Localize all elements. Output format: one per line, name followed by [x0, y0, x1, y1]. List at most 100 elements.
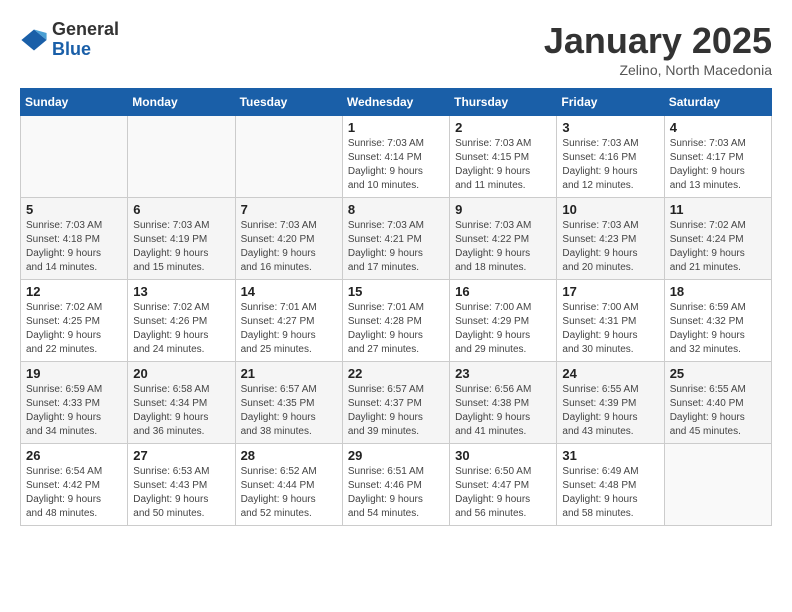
- calendar-day-cell: 29 Sunrise: 6:51 AM Sunset: 4:46 PM Dayli…: [342, 444, 449, 526]
- day-number: 10: [562, 202, 658, 217]
- calendar-week-row: 1Sunrise: 7:03 AM Sunset: 4:14 PM Daylig…: [21, 116, 772, 198]
- month-title: January 2025: [544, 20, 772, 62]
- day-number: 14: [241, 284, 337, 299]
- day-info: Sunrise: 7:03 AM Sunset: 4:21 PM Dayligh…: [348, 219, 444, 275]
- calendar-day-cell: 13 Sunrise: 7:02 AM Sunset: 4:26 PM Dayli…: [128, 280, 235, 362]
- day-number: 30: [455, 448, 551, 463]
- day-info: Sunrise: 6:56 AM Sunset: 4:38 PM Dayligh…: [455, 383, 551, 439]
- calendar-day-cell: 30Sunrise: 6:50 AM Sunset: 4:47 PM Dayli…: [450, 444, 557, 526]
- day-info: Sunrise: 7:03 AM Sunset: 4:18 PM Dayligh…: [26, 219, 122, 275]
- day-info: Sunrise: 6:49 AM Sunset: 4:48 PM Dayligh…: [562, 465, 658, 521]
- weekday-header-thursday: Thursday: [450, 89, 557, 116]
- day-info: Sunrise: 7:01 AM Sunset: 4:28 PM Dayligh…: [348, 301, 444, 357]
- location-subtitle: Zelino, North Macedonia: [544, 62, 772, 78]
- day-number: 25: [670, 366, 766, 381]
- calendar-day-cell: [21, 116, 128, 198]
- day-number: 31: [562, 448, 658, 463]
- calendar-table: SundayMondayTuesdayWednesdayThursdayFrid…: [20, 88, 772, 526]
- day-number: 8: [348, 202, 444, 217]
- day-number: 24: [562, 366, 658, 381]
- day-number: 2: [455, 120, 551, 135]
- calendar-day-cell: 7 Sunrise: 7:03 AM Sunset: 4:20 PM Daylig…: [235, 198, 342, 280]
- day-info: Sunrise: 7:00 AM Sunset: 4:29 PM Dayligh…: [455, 301, 551, 357]
- day-info: Sunrise: 7:02 AM Sunset: 4:25 PM Dayligh…: [26, 301, 122, 357]
- logo: General Blue: [20, 20, 119, 60]
- calendar-day-cell: 8 Sunrise: 7:03 AM Sunset: 4:21 PM Daylig…: [342, 198, 449, 280]
- logo-blue: Blue: [52, 40, 119, 60]
- day-info: Sunrise: 6:53 AM Sunset: 4:43 PM Dayligh…: [133, 465, 229, 521]
- calendar-week-row: 26 Sunrise: 6:54 AM Sunset: 4:42 PM Dayli…: [21, 444, 772, 526]
- day-number: 15: [348, 284, 444, 299]
- weekday-header-tuesday: Tuesday: [235, 89, 342, 116]
- day-number: 6: [133, 202, 229, 217]
- calendar-week-row: 19Sunrise: 6:59 AM Sunset: 4:33 PM Dayli…: [21, 362, 772, 444]
- day-info: Sunrise: 7:03 AM Sunset: 4:22 PM Dayligh…: [455, 219, 551, 275]
- day-info: Sunrise: 7:00 AM Sunset: 4:31 PM Dayligh…: [562, 301, 658, 357]
- day-info: Sunrise: 6:58 AM Sunset: 4:34 PM Dayligh…: [133, 383, 229, 439]
- calendar-day-cell: 6 Sunrise: 7:03 AM Sunset: 4:19 PM Daylig…: [128, 198, 235, 280]
- calendar-week-row: 12 Sunrise: 7:02 AM Sunset: 4:25 PM Dayli…: [21, 280, 772, 362]
- day-number: 28: [241, 448, 337, 463]
- calendar-day-cell: 24 Sunrise: 6:55 AM Sunset: 4:39 PM Dayli…: [557, 362, 664, 444]
- calendar-day-cell: 11Sunrise: 7:02 AM Sunset: 4:24 PM Dayli…: [664, 198, 771, 280]
- day-info: Sunrise: 6:51 AM Sunset: 4:46 PM Dayligh…: [348, 465, 444, 521]
- calendar-day-cell: 19Sunrise: 6:59 AM Sunset: 4:33 PM Dayli…: [21, 362, 128, 444]
- calendar-day-cell: 9 Sunrise: 7:03 AM Sunset: 4:22 PM Daylig…: [450, 198, 557, 280]
- day-info: Sunrise: 6:55 AM Sunset: 4:40 PM Dayligh…: [670, 383, 766, 439]
- day-info: Sunrise: 6:57 AM Sunset: 4:37 PM Dayligh…: [348, 383, 444, 439]
- weekday-header-friday: Friday: [557, 89, 664, 116]
- calendar-day-cell: 20 Sunrise: 6:58 AM Sunset: 4:34 PM Dayli…: [128, 362, 235, 444]
- day-info: Sunrise: 6:59 AM Sunset: 4:32 PM Dayligh…: [670, 301, 766, 357]
- calendar-day-cell: 14Sunrise: 7:01 AM Sunset: 4:27 PM Dayli…: [235, 280, 342, 362]
- calendar-day-cell: 27 Sunrise: 6:53 AM Sunset: 4:43 PM Dayli…: [128, 444, 235, 526]
- weekday-header-wednesday: Wednesday: [342, 89, 449, 116]
- calendar-day-cell: [235, 116, 342, 198]
- calendar-day-cell: 21Sunrise: 6:57 AM Sunset: 4:35 PM Dayli…: [235, 362, 342, 444]
- day-number: 27: [133, 448, 229, 463]
- day-number: 1: [348, 120, 444, 135]
- day-number: 18: [670, 284, 766, 299]
- day-info: Sunrise: 6:57 AM Sunset: 4:35 PM Dayligh…: [241, 383, 337, 439]
- calendar-day-cell: 23 Sunrise: 6:56 AM Sunset: 4:38 PM Dayli…: [450, 362, 557, 444]
- day-number: 9: [455, 202, 551, 217]
- day-number: 16: [455, 284, 551, 299]
- day-number: 23: [455, 366, 551, 381]
- calendar-day-cell: 2 Sunrise: 7:03 AM Sunset: 4:15 PM Daylig…: [450, 116, 557, 198]
- calendar-day-cell: 10 Sunrise: 7:03 AM Sunset: 4:23 PM Dayli…: [557, 198, 664, 280]
- day-info: Sunrise: 7:02 AM Sunset: 4:26 PM Dayligh…: [133, 301, 229, 357]
- weekday-header-row: SundayMondayTuesdayWednesdayThursdayFrid…: [21, 89, 772, 116]
- day-number: 7: [241, 202, 337, 217]
- calendar-day-cell: 18 Sunrise: 6:59 AM Sunset: 4:32 PM Dayli…: [664, 280, 771, 362]
- day-info: Sunrise: 7:03 AM Sunset: 4:20 PM Dayligh…: [241, 219, 337, 275]
- day-number: 19: [26, 366, 122, 381]
- day-info: Sunrise: 6:55 AM Sunset: 4:39 PM Dayligh…: [562, 383, 658, 439]
- logo-general: General: [52, 20, 119, 40]
- logo-icon: [20, 26, 48, 54]
- day-info: Sunrise: 7:03 AM Sunset: 4:15 PM Dayligh…: [455, 137, 551, 193]
- day-number: 20: [133, 366, 229, 381]
- day-number: 26: [26, 448, 122, 463]
- day-number: 4: [670, 120, 766, 135]
- calendar-day-cell: 12 Sunrise: 7:02 AM Sunset: 4:25 PM Dayli…: [21, 280, 128, 362]
- day-number: 12: [26, 284, 122, 299]
- calendar-day-cell: 4Sunrise: 7:03 AM Sunset: 4:17 PM Daylig…: [664, 116, 771, 198]
- weekday-header-monday: Monday: [128, 89, 235, 116]
- day-number: 13: [133, 284, 229, 299]
- day-info: Sunrise: 7:03 AM Sunset: 4:16 PM Dayligh…: [562, 137, 658, 193]
- day-info: Sunrise: 7:03 AM Sunset: 4:23 PM Dayligh…: [562, 219, 658, 275]
- calendar-day-cell: 17Sunrise: 7:00 AM Sunset: 4:31 PM Dayli…: [557, 280, 664, 362]
- calendar-day-cell: [128, 116, 235, 198]
- calendar-day-cell: 5 Sunrise: 7:03 AM Sunset: 4:18 PM Daylig…: [21, 198, 128, 280]
- day-number: 3: [562, 120, 658, 135]
- weekday-header-sunday: Sunday: [21, 89, 128, 116]
- weekday-header-saturday: Saturday: [664, 89, 771, 116]
- day-info: Sunrise: 7:03 AM Sunset: 4:19 PM Dayligh…: [133, 219, 229, 275]
- calendar-day-cell: 26 Sunrise: 6:54 AM Sunset: 4:42 PM Dayli…: [21, 444, 128, 526]
- calendar-day-cell: [664, 444, 771, 526]
- title-section: January 2025 Zelino, North Macedonia: [544, 20, 772, 78]
- day-info: Sunrise: 6:54 AM Sunset: 4:42 PM Dayligh…: [26, 465, 122, 521]
- day-info: Sunrise: 6:52 AM Sunset: 4:44 PM Dayligh…: [241, 465, 337, 521]
- day-number: 5: [26, 202, 122, 217]
- day-number: 29: [348, 448, 444, 463]
- calendar-day-cell: 3 Sunrise: 7:03 AM Sunset: 4:16 PM Daylig…: [557, 116, 664, 198]
